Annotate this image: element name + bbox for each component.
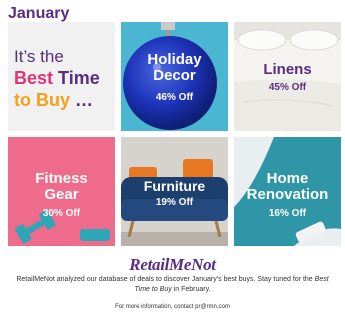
intro-tile: It’s the Best Time to Buy … bbox=[8, 22, 115, 131]
fitness-gear-discount: 30% Off bbox=[42, 208, 81, 219]
furniture-label: Furniture bbox=[143, 178, 206, 194]
intro-ellipsis: … bbox=[75, 90, 94, 110]
home-renovation-label: Home Renovation bbox=[234, 171, 341, 203]
linens-discount: 45% Off bbox=[268, 82, 307, 93]
furniture-tile[interactable]: Furniture 19% Off bbox=[121, 137, 228, 246]
fitness-gear-line2: Gear bbox=[44, 185, 79, 203]
intro-word-best: Best bbox=[14, 68, 54, 88]
home-renovation-discount: 16% Off bbox=[268, 208, 307, 219]
holiday-decor-tile[interactable]: Holiday Decor 46% Off bbox=[121, 22, 228, 131]
holiday-decor-discount: 46% Off bbox=[155, 92, 194, 103]
holiday-decor-line2: Decor bbox=[153, 66, 196, 84]
retailmenot-logo: RetailMeNot bbox=[129, 255, 216, 274]
footer-blurb: RetailMeNot analyzed our database of dea… bbox=[8, 275, 337, 295]
contact-line: For more information, contact pr@rmn.com bbox=[115, 304, 230, 310]
intro-word-time: Time bbox=[58, 68, 100, 88]
holiday-decor-label: Holiday Decor bbox=[121, 52, 228, 84]
month-heading: January bbox=[8, 5, 70, 22]
intro-word-to-buy: to Buy bbox=[14, 90, 70, 110]
linens-tile[interactable]: Linens 45% Off bbox=[234, 22, 341, 131]
fitness-gear-line1: Fitness bbox=[35, 170, 88, 187]
furniture-discount: 19% Off bbox=[155, 197, 194, 208]
holiday-decor-line1: Holiday bbox=[147, 51, 202, 68]
home-renovation-line1: Home bbox=[266, 170, 309, 187]
fitness-gear-tile[interactable]: Fitness Gear 30% Off bbox=[8, 137, 115, 246]
blurb-text-1: RetailMeNot analyzed our database of dea… bbox=[16, 276, 313, 283]
intro-line-1: It’s the bbox=[14, 47, 64, 66]
home-renovation-tile[interactable]: Home Renovation 16% Off bbox=[234, 137, 341, 246]
intro-line-2: Best Time bbox=[14, 68, 100, 89]
home-renovation-line2: Renovation bbox=[246, 185, 329, 203]
blurb-text-2: in February. bbox=[173, 286, 211, 293]
fitness-gear-label: Fitness Gear bbox=[8, 171, 115, 203]
intro-line-3: to Buy … bbox=[14, 90, 93, 111]
linens-label: Linens bbox=[263, 61, 312, 78]
